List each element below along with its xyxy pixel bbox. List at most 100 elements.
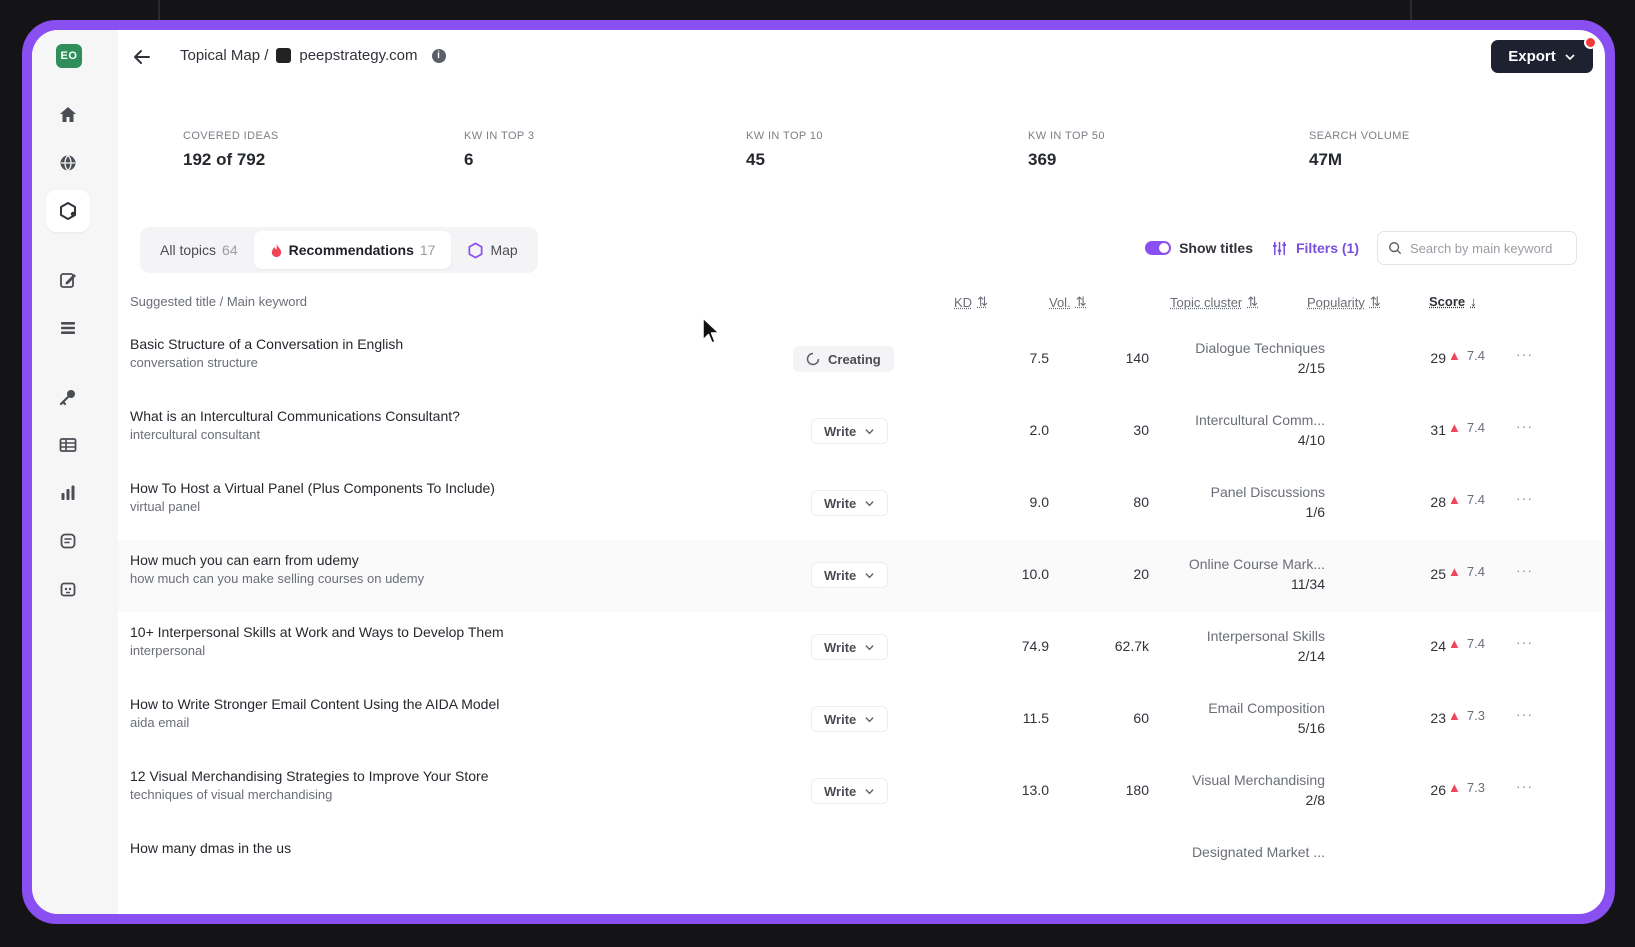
flame-icon [271,243,281,257]
row-title[interactable]: 10+ Interpersonal Skills at Work and Way… [130,624,504,640]
more-options-icon[interactable]: ··· [1516,634,1533,650]
window-frame: EO Topical Map / peepstrategy.com i Expo… [22,20,1615,924]
globe-icon[interactable] [46,142,90,184]
list-icon[interactable] [46,307,90,349]
row-title[interactable]: What is an Intercultural Communications … [130,408,460,424]
doc-icon[interactable] [46,520,90,562]
tab-all-topics[interactable]: All topics 64 [144,231,254,269]
cluster-name: Panel Discussions [1210,484,1325,500]
workspace-badge[interactable]: EO [56,44,82,68]
main-content: Topical Map / peepstrategy.com i Export … [118,30,1605,914]
info-icon[interactable]: i [431,48,446,63]
row-title[interactable]: How To Host a Virtual Panel (Plus Compon… [130,480,495,496]
creating-status: Creating [793,346,894,372]
search-input[interactable]: Search by main keyword [1377,231,1577,265]
back-arrow-icon[interactable] [130,45,154,69]
breadcrumb-site: peepstrategy.com [299,47,418,64]
row-keyword: intercultural consultant [130,427,261,442]
row-popularity: 25 [1430,566,1446,582]
stat-covered-ideas: COVERED IDEAS 192 of 792 [183,130,279,170]
table-row[interactable]: How many dmas in the us Designated Marke… [118,828,1605,900]
breadcrumb-root[interactable]: Topical Map / [180,47,268,64]
more-options-icon[interactable]: ··· [1516,706,1533,722]
spinner-icon [806,352,820,366]
export-button[interactable]: Export [1491,36,1597,73]
row-topic-cluster[interactable]: Interpersonal Skills 2/14 [1207,626,1325,666]
sort-icon: ⇅ [977,294,988,309]
table-row[interactable]: 12 Visual Merchandising Strategies to Im… [118,756,1605,828]
row-vol: 180 [1125,782,1149,798]
table-row[interactable]: 10+ Interpersonal Skills at Work and Way… [118,612,1605,684]
cluster-name: Intercultural Comm... [1195,412,1325,428]
table-row[interactable]: What is an Intercultural Communications … [118,396,1605,468]
row-score: ▲ 7.3 [1448,708,1485,723]
write-button[interactable]: Write [811,562,889,588]
key-icon[interactable] [46,376,90,418]
write-button[interactable]: Write [811,418,889,444]
topical-map-icon[interactable] [46,190,90,232]
row-keyword: how much can you make selling courses on… [130,571,425,586]
write-button[interactable]: Write [811,634,889,660]
row-title[interactable]: How to Write Stronger Email Content Usin… [130,696,499,712]
cluster-fraction: 2/8 [1305,792,1325,808]
column-title: Suggested title / Main keyword [130,294,307,309]
more-options-icon[interactable]: ··· [1516,346,1533,362]
action-label: Creating [828,351,881,367]
ai-assistant-icon[interactable] [46,568,90,610]
more-options-icon[interactable]: ··· [1516,562,1533,578]
row-kd: 11.5 [1022,710,1049,726]
table-icon[interactable] [46,424,90,466]
row-keyword: interpersonal [130,643,206,658]
row-topic-cluster[interactable]: Intercultural Comm... 4/10 [1195,410,1325,450]
action-label: Write [824,423,857,439]
row-title[interactable]: How much you can earn from udemy [130,552,359,568]
sort-icon: ⇅ [1369,294,1381,309]
column-score[interactable]: Score ↓ [1429,294,1477,309]
more-options-icon[interactable]: ··· [1516,778,1533,794]
more-options-icon[interactable]: ··· [1516,418,1533,434]
row-title[interactable]: 12 Visual Merchandising Strategies to Im… [130,768,489,784]
cluster-fraction: 5/16 [1297,720,1325,736]
column-vol[interactable]: Vol. ⇅ [1049,294,1087,310]
table-row[interactable]: How to Write Stronger Email Content Usin… [118,684,1605,756]
row-topic-cluster[interactable]: Dialogue Techniques 2/15 [1195,338,1325,378]
row-kd: 74.9 [1021,638,1049,654]
stat-kw-top3: KW IN TOP 3 6 [464,130,534,170]
write-button[interactable]: Write [811,778,889,804]
chevron-down-icon [865,644,874,650]
table-row[interactable]: How To Host a Virtual Panel (Plus Compon… [118,468,1605,540]
more-options-icon[interactable]: ··· [1516,490,1533,506]
row-title[interactable]: How many dmas in the us [130,840,291,856]
tab-label: Recommendations [288,242,414,258]
search-icon [1389,242,1402,255]
app-window: EO Topical Map / peepstrategy.com i Expo… [32,30,1605,914]
column-topic-cluster[interactable]: Topic cluster ⇅ [1170,294,1258,310]
write-button[interactable]: Write [811,490,889,516]
row-vol: 62.7k [1114,638,1149,654]
table-row[interactable]: How much you can earn from udemy how muc… [118,540,1605,612]
edit-icon[interactable] [46,259,90,301]
table-row[interactable]: Basic Structure of a Conversation in Eng… [118,324,1605,396]
cluster-fraction: 4/10 [1297,432,1325,448]
export-label: Export [1508,48,1556,65]
column-popularity[interactable]: Popularity ⇅ [1307,294,1381,310]
tab-map[interactable]: Map [451,231,533,269]
row-topic-cluster[interactable]: Email Composition 5/16 [1208,698,1325,738]
show-titles-toggle[interactable]: Show titles [1145,240,1253,256]
row-topic-cluster[interactable]: Panel Discussions 1/6 [1211,482,1325,522]
flame-icon: ▲ [1448,636,1461,651]
column-kd[interactable]: KD ⇅ [954,294,988,310]
row-title[interactable]: Basic Structure of a Conversation in Eng… [130,336,403,352]
write-button[interactable]: Write [811,706,889,732]
toggle-switch[interactable] [1145,241,1172,255]
notification-dot [1584,36,1597,49]
bar-chart-icon[interactable] [46,472,90,514]
chevron-down-icon [865,428,874,434]
row-topic-cluster[interactable]: Online Course Mark... 11/34 [1189,554,1325,594]
home-icon[interactable] [46,94,90,136]
filters-button[interactable]: Filters (1) [1271,240,1359,257]
row-topic-cluster[interactable]: Visual Merchandising 2/8 [1192,770,1325,810]
row-topic-cluster[interactable]: Designated Market ... [1192,842,1325,862]
stat-value: 45 [746,150,765,169]
tab-recommendations[interactable]: Recommendations 17 [253,231,452,269]
